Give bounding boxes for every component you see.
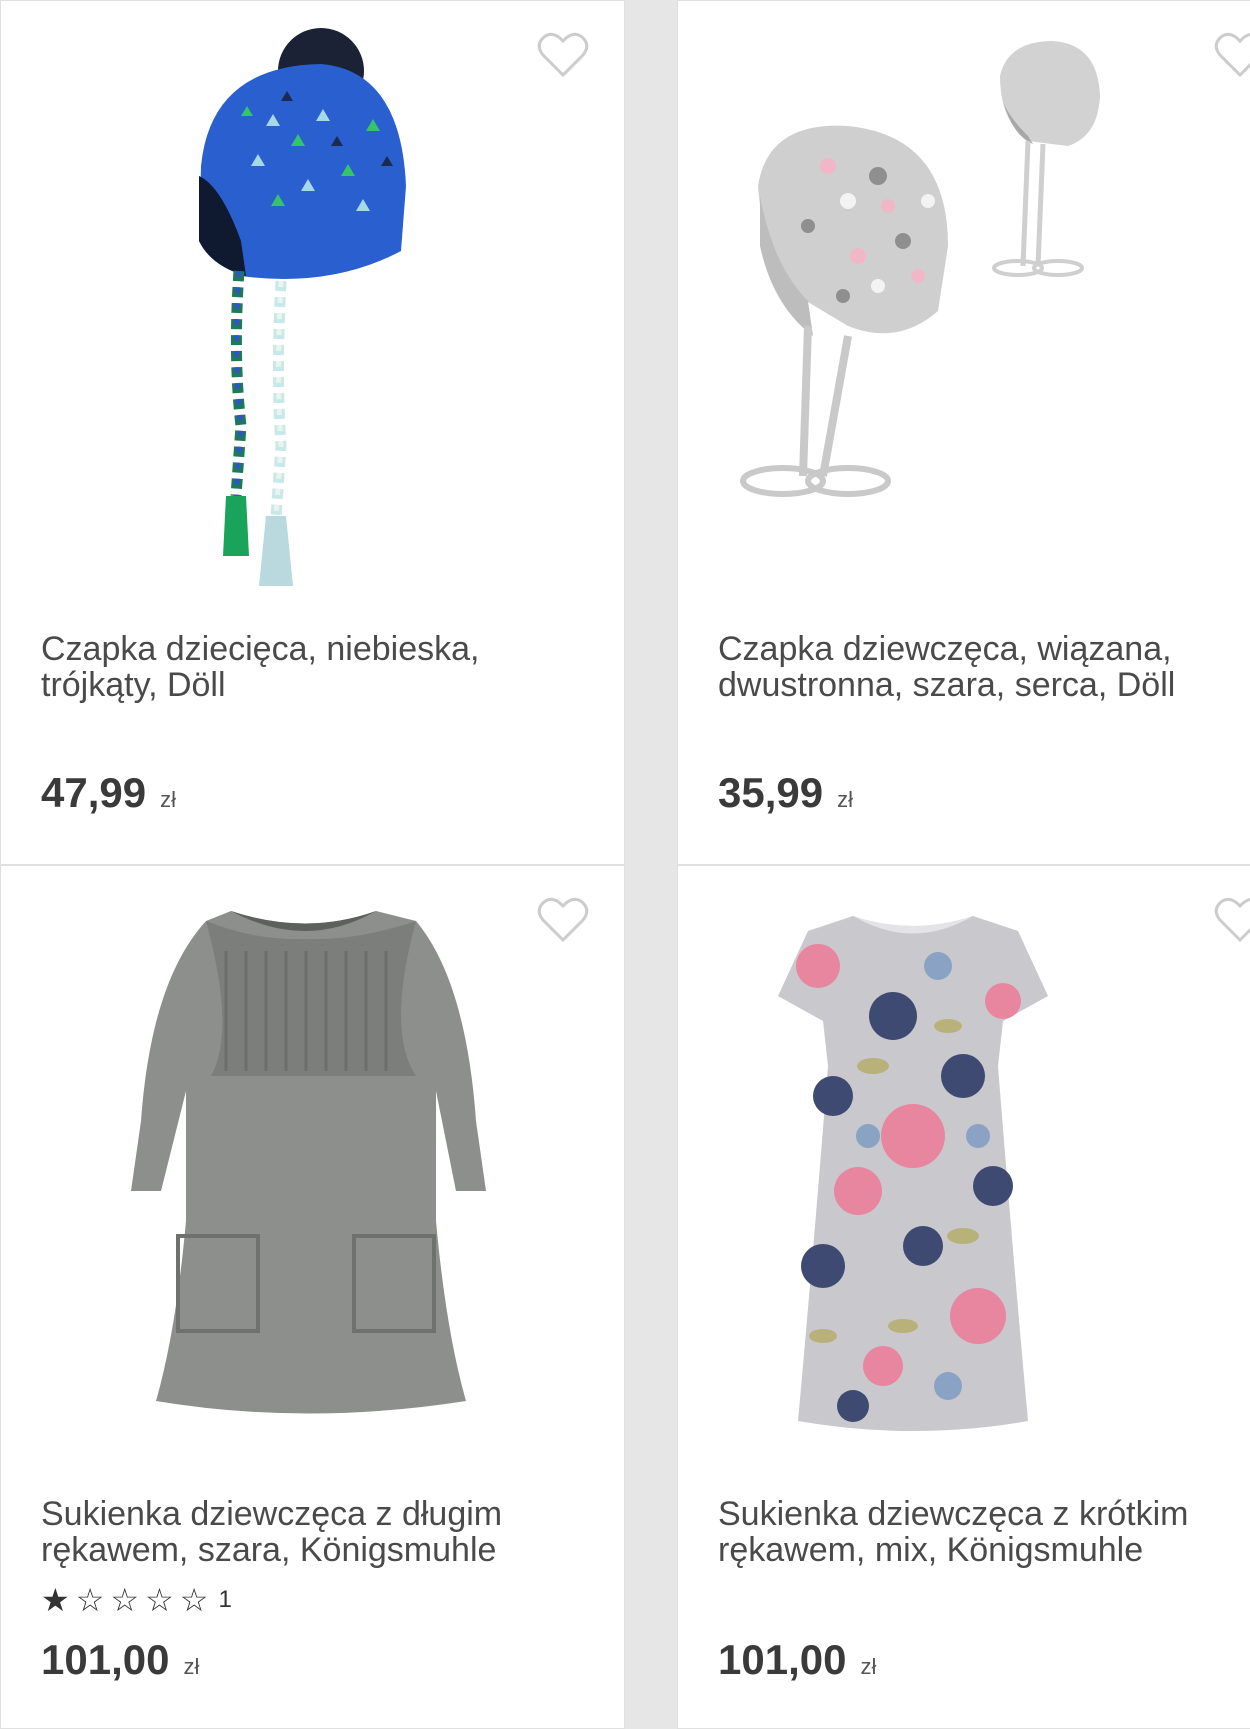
price-currency: zł <box>160 787 176 812</box>
floral-dress-image[interactable] <box>763 906 1063 1441</box>
favorite-heart-icon[interactable] <box>1214 896 1250 944</box>
price-value: 47,99 <box>41 769 147 816</box>
star-empty-icon: ☆ <box>145 1582 174 1618</box>
star-rating: ★ ☆ ☆ ☆ ☆ 1 <box>41 1583 232 1617</box>
rating-count: 1 <box>218 1586 232 1613</box>
price-value: 101,00 <box>41 1636 170 1683</box>
grey-hearts-hat-image[interactable] <box>738 26 1238 586</box>
price-currency: zł <box>860 1654 877 1679</box>
product-title[interactable]: Sukienka dziewczęca z krótkim rękawem, m… <box>718 1496 1250 1568</box>
product-title[interactable]: Czapka dziecięca, niebieska, trójkąty, D… <box>41 631 581 703</box>
product-price: 101,00 zł <box>41 1636 199 1684</box>
blue-kids-hat-image[interactable] <box>181 26 421 596</box>
star-filled-icon: ★ <box>41 1582 70 1618</box>
product-card[interactable]: Sukienka dziewczęca z krótkim rękawem, m… <box>677 865 1250 1729</box>
product-card[interactable]: Sukienka dziewczęca z długim rękawem, sz… <box>0 865 625 1729</box>
product-price: 101,00 zł <box>718 1636 876 1684</box>
product-title[interactable]: Czapka dziewczęca, wiązana, dwustronna, … <box>718 631 1250 703</box>
star-empty-icon: ☆ <box>75 1582 105 1618</box>
favorite-heart-icon[interactable] <box>537 896 589 944</box>
product-title[interactable]: Sukienka dziewczęca z długim rękawem, sz… <box>41 1496 581 1568</box>
star-empty-icon: ☆ <box>179 1582 209 1618</box>
star-empty-icon: ☆ <box>110 1582 140 1618</box>
price-currency: zł <box>837 787 853 812</box>
favorite-heart-icon[interactable] <box>1214 31 1250 79</box>
grey-knit-dress-image[interactable] <box>116 891 496 1456</box>
price-value: 101,00 <box>718 1636 847 1683</box>
price-currency: zł <box>183 1654 200 1679</box>
product-price: 47,99 zł <box>41 769 176 817</box>
product-card[interactable]: Czapka dziewczęca, wiązana, dwustronna, … <box>677 0 1250 865</box>
product-card[interactable]: Czapka dziecięca, niebieska, trójkąty, D… <box>0 0 625 865</box>
product-price: 35,99 zł <box>718 769 853 817</box>
favorite-heart-icon[interactable] <box>537 31 589 79</box>
price-value: 35,99 <box>718 769 824 816</box>
